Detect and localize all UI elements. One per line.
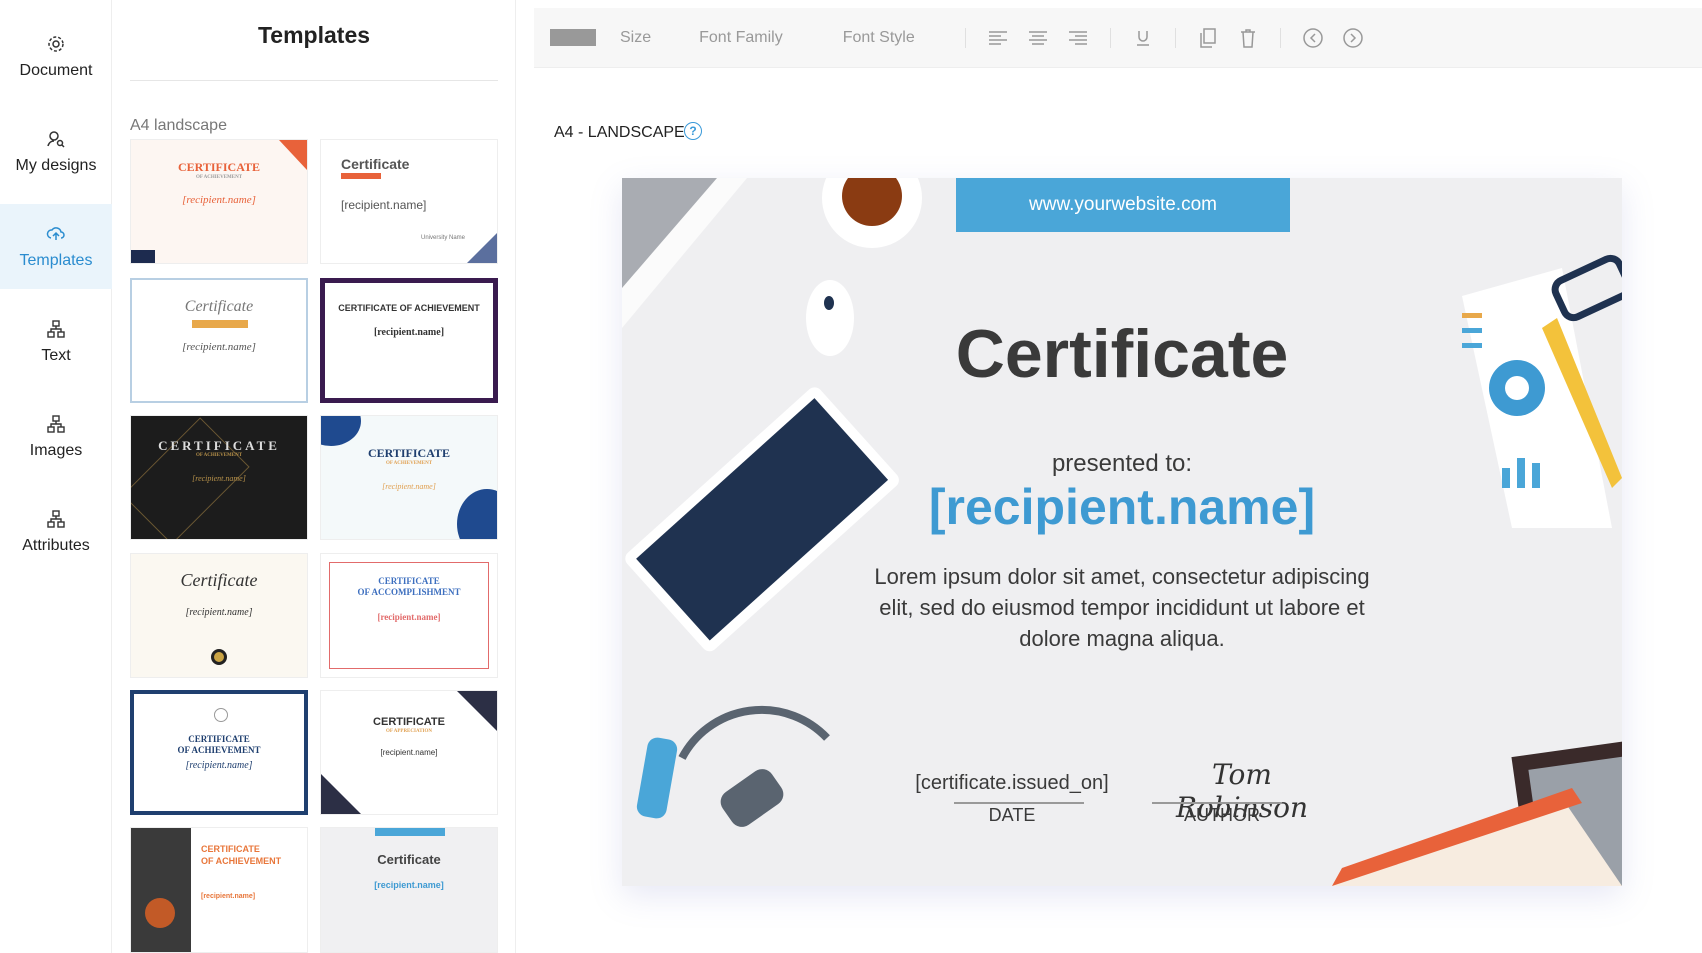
thumb-subtitle: OF ACHIEVEMENT: [177, 745, 261, 755]
user-search-icon: [47, 130, 65, 148]
templates-panel: Templates A4 landscape CERTIFICATE OF AC…: [112, 0, 516, 953]
thumb-subtitle: OF ACHIEVEMENT: [385, 461, 433, 466]
thumb-name: [recipient.name]: [185, 607, 253, 618]
align-right-icon[interactable]: [1067, 27, 1089, 49]
sidebar-item-label: Document: [19, 61, 93, 79]
sidebar-item-templates[interactable]: Templates: [0, 204, 112, 289]
template-thumbnail[interactable]: CERTIFICATE OF ACCOMPLISHMENT [recipient…: [320, 553, 498, 678]
thumb-subtitle: OF ACHIEVEMENT: [195, 175, 243, 180]
template-thumbnail[interactable]: CERTIFICATE OF ACHIEVEMENT [recipient.na…: [130, 139, 308, 264]
font-family-dropdown[interactable]: Font Family: [699, 29, 783, 47]
help-icon[interactable]: ?: [684, 122, 702, 140]
certificate-body[interactable]: Lorem ipsum dolor sit amet, consectetur …: [872, 561, 1372, 654]
template-thumbnail[interactable]: Certificate [recipient.name]: [130, 278, 308, 403]
thumb-name: [recipient.name]: [373, 327, 445, 338]
certificate-title[interactable]: Certificate: [622, 315, 1622, 393]
thumb-name: [recipient.name]: [201, 893, 256, 900]
sidebar-item-label: Images: [29, 441, 83, 459]
thumb-name: [recipient.name]: [380, 748, 438, 757]
thumb-name: [recipient.name]: [341, 198, 427, 212]
sidebar-item-label: Text: [41, 346, 71, 364]
thumb-title: Certificate: [180, 570, 258, 590]
cloud-upload-icon: [46, 226, 65, 240]
sidebar-item-document[interactable]: Document: [0, 14, 112, 99]
thumb-title: Certificate: [377, 852, 441, 867]
thumb-title: CERTIFICATE: [373, 716, 445, 728]
template-thumbnail[interactable]: Certificate [recipient.name]: [130, 553, 308, 678]
issued-date[interactable]: [certificate.issued_on]: [912, 772, 1112, 795]
thumb-extra: University Name: [421, 235, 466, 241]
font-style-dropdown[interactable]: Font Style: [843, 29, 915, 47]
hierarchy-icon: [47, 414, 65, 433]
template-thumbnail[interactable]: CERTIFICATE OF ACHIEVEMENT [recipient.na…: [130, 415, 308, 540]
website-url-banner[interactable]: www.yourwebsite.com: [956, 178, 1290, 232]
sidebar-item-label: My designs: [15, 156, 97, 174]
thumb-name: [recipient.name]: [182, 194, 256, 206]
sidebar-item-attributes[interactable]: Attributes: [0, 489, 112, 574]
author-underline: [1152, 802, 1282, 804]
color-swatch[interactable]: [550, 29, 596, 46]
align-left-icon[interactable]: [987, 27, 1009, 49]
sidebar-item-my-designs[interactable]: My designs: [0, 109, 112, 194]
thumb-name: [recipient.name]: [192, 474, 246, 483]
template-thumbnail[interactable]: CERTIFICATE OF ACHIEVEMENT [recipient.na…: [130, 827, 308, 953]
thumb-title: CERTIFICATE: [367, 446, 451, 460]
sidebar-item-images[interactable]: Images: [0, 394, 112, 479]
thumb-name: [recipient.name]: [185, 760, 253, 771]
template-thumbnail[interactable]: CERTIFICATE OF ACHIEVEMENT [recipient.na…: [320, 278, 498, 403]
sidebar-item-label: Templates: [19, 251, 93, 269]
section-label: A4 landscape: [130, 117, 227, 134]
panel-title: Templates: [257, 22, 371, 48]
thumb-subtitle: OF ACHIEVEMENT: [195, 453, 243, 458]
sidebar-item-label: Attributes: [22, 536, 90, 554]
thumb-title: Certificate: [341, 156, 410, 172]
thumb-title: CERTIFICATE OF ACHIEVEMENT: [338, 303, 480, 313]
toolbar-divider: [1174, 27, 1176, 48]
divider: [130, 80, 498, 81]
presented-to-text[interactable]: presented to:: [622, 450, 1622, 478]
underline-icon[interactable]: [1132, 27, 1154, 49]
redo-icon[interactable]: [1342, 27, 1364, 49]
thumb-title: CERTIFICATE: [158, 438, 280, 453]
thumb-name: [recipient.name]: [382, 482, 436, 491]
sidebar-item-text[interactable]: Text: [0, 299, 112, 384]
trash-icon[interactable]: [1237, 27, 1259, 49]
template-thumbnail[interactable]: Certificate [recipient.name]: [320, 827, 498, 953]
certificate-canvas[interactable]: www.yourwebsite.com Certificate presente…: [622, 178, 1622, 886]
gear-icon: [48, 35, 64, 52]
thumb-name: [recipient.name]: [182, 341, 256, 353]
size-dropdown[interactable]: Size: [620, 29, 651, 47]
undo-icon[interactable]: [1302, 27, 1324, 49]
date-label[interactable]: DATE: [912, 805, 1112, 826]
thumb-title: Certificate: [184, 298, 254, 315]
thumb-title: CERTIFICATE: [201, 844, 260, 854]
toolbar-divider: [1279, 27, 1281, 48]
thumb-name: [recipient.name]: [374, 880, 444, 890]
editor-toolbar: Size Font Family Font Style: [534, 8, 1702, 68]
toolbar-divider: [964, 27, 966, 48]
thumb-name: [recipient.name]: [377, 612, 441, 622]
hierarchy-icon: [47, 319, 65, 338]
toolbar-divider: [1109, 27, 1111, 48]
template-thumbnail[interactable]: Certificate [recipient.name] University …: [320, 139, 498, 264]
canvas-size-label: A4 - LANDSCAPE: [554, 124, 685, 141]
template-thumbnail[interactable]: CERTIFICATE OF ACHIEVEMENT [recipient.na…: [320, 415, 498, 540]
hierarchy-icon: [47, 509, 65, 528]
thumb-title: CERTIFICATE: [177, 160, 261, 174]
thumb-title: CERTIFICATE: [188, 734, 250, 744]
author-label[interactable]: AUTHOR: [1142, 805, 1302, 826]
thumb-subtitle: OF APPRECIATION: [386, 729, 432, 734]
template-thumbnail[interactable]: CERTIFICATE OF ACHIEVEMENT [recipient.na…: [130, 690, 308, 815]
align-center-icon[interactable]: [1027, 27, 1049, 49]
date-underline: [954, 802, 1084, 804]
template-thumbnail[interactable]: CERTIFICATE OF APPRECIATION [recipient.n…: [320, 690, 498, 815]
copy-icon[interactable]: [1197, 27, 1219, 49]
left-rail: Document My designs Templates Text Image…: [0, 0, 112, 953]
thumb-subtitle: OF ACHIEVEMENT: [201, 856, 282, 866]
thumb-subtitle: OF ACCOMPLISHMENT: [357, 587, 461, 597]
thumb-title: CERTIFICATE: [378, 576, 440, 586]
recipient-name[interactable]: [recipient.name]: [622, 478, 1622, 536]
